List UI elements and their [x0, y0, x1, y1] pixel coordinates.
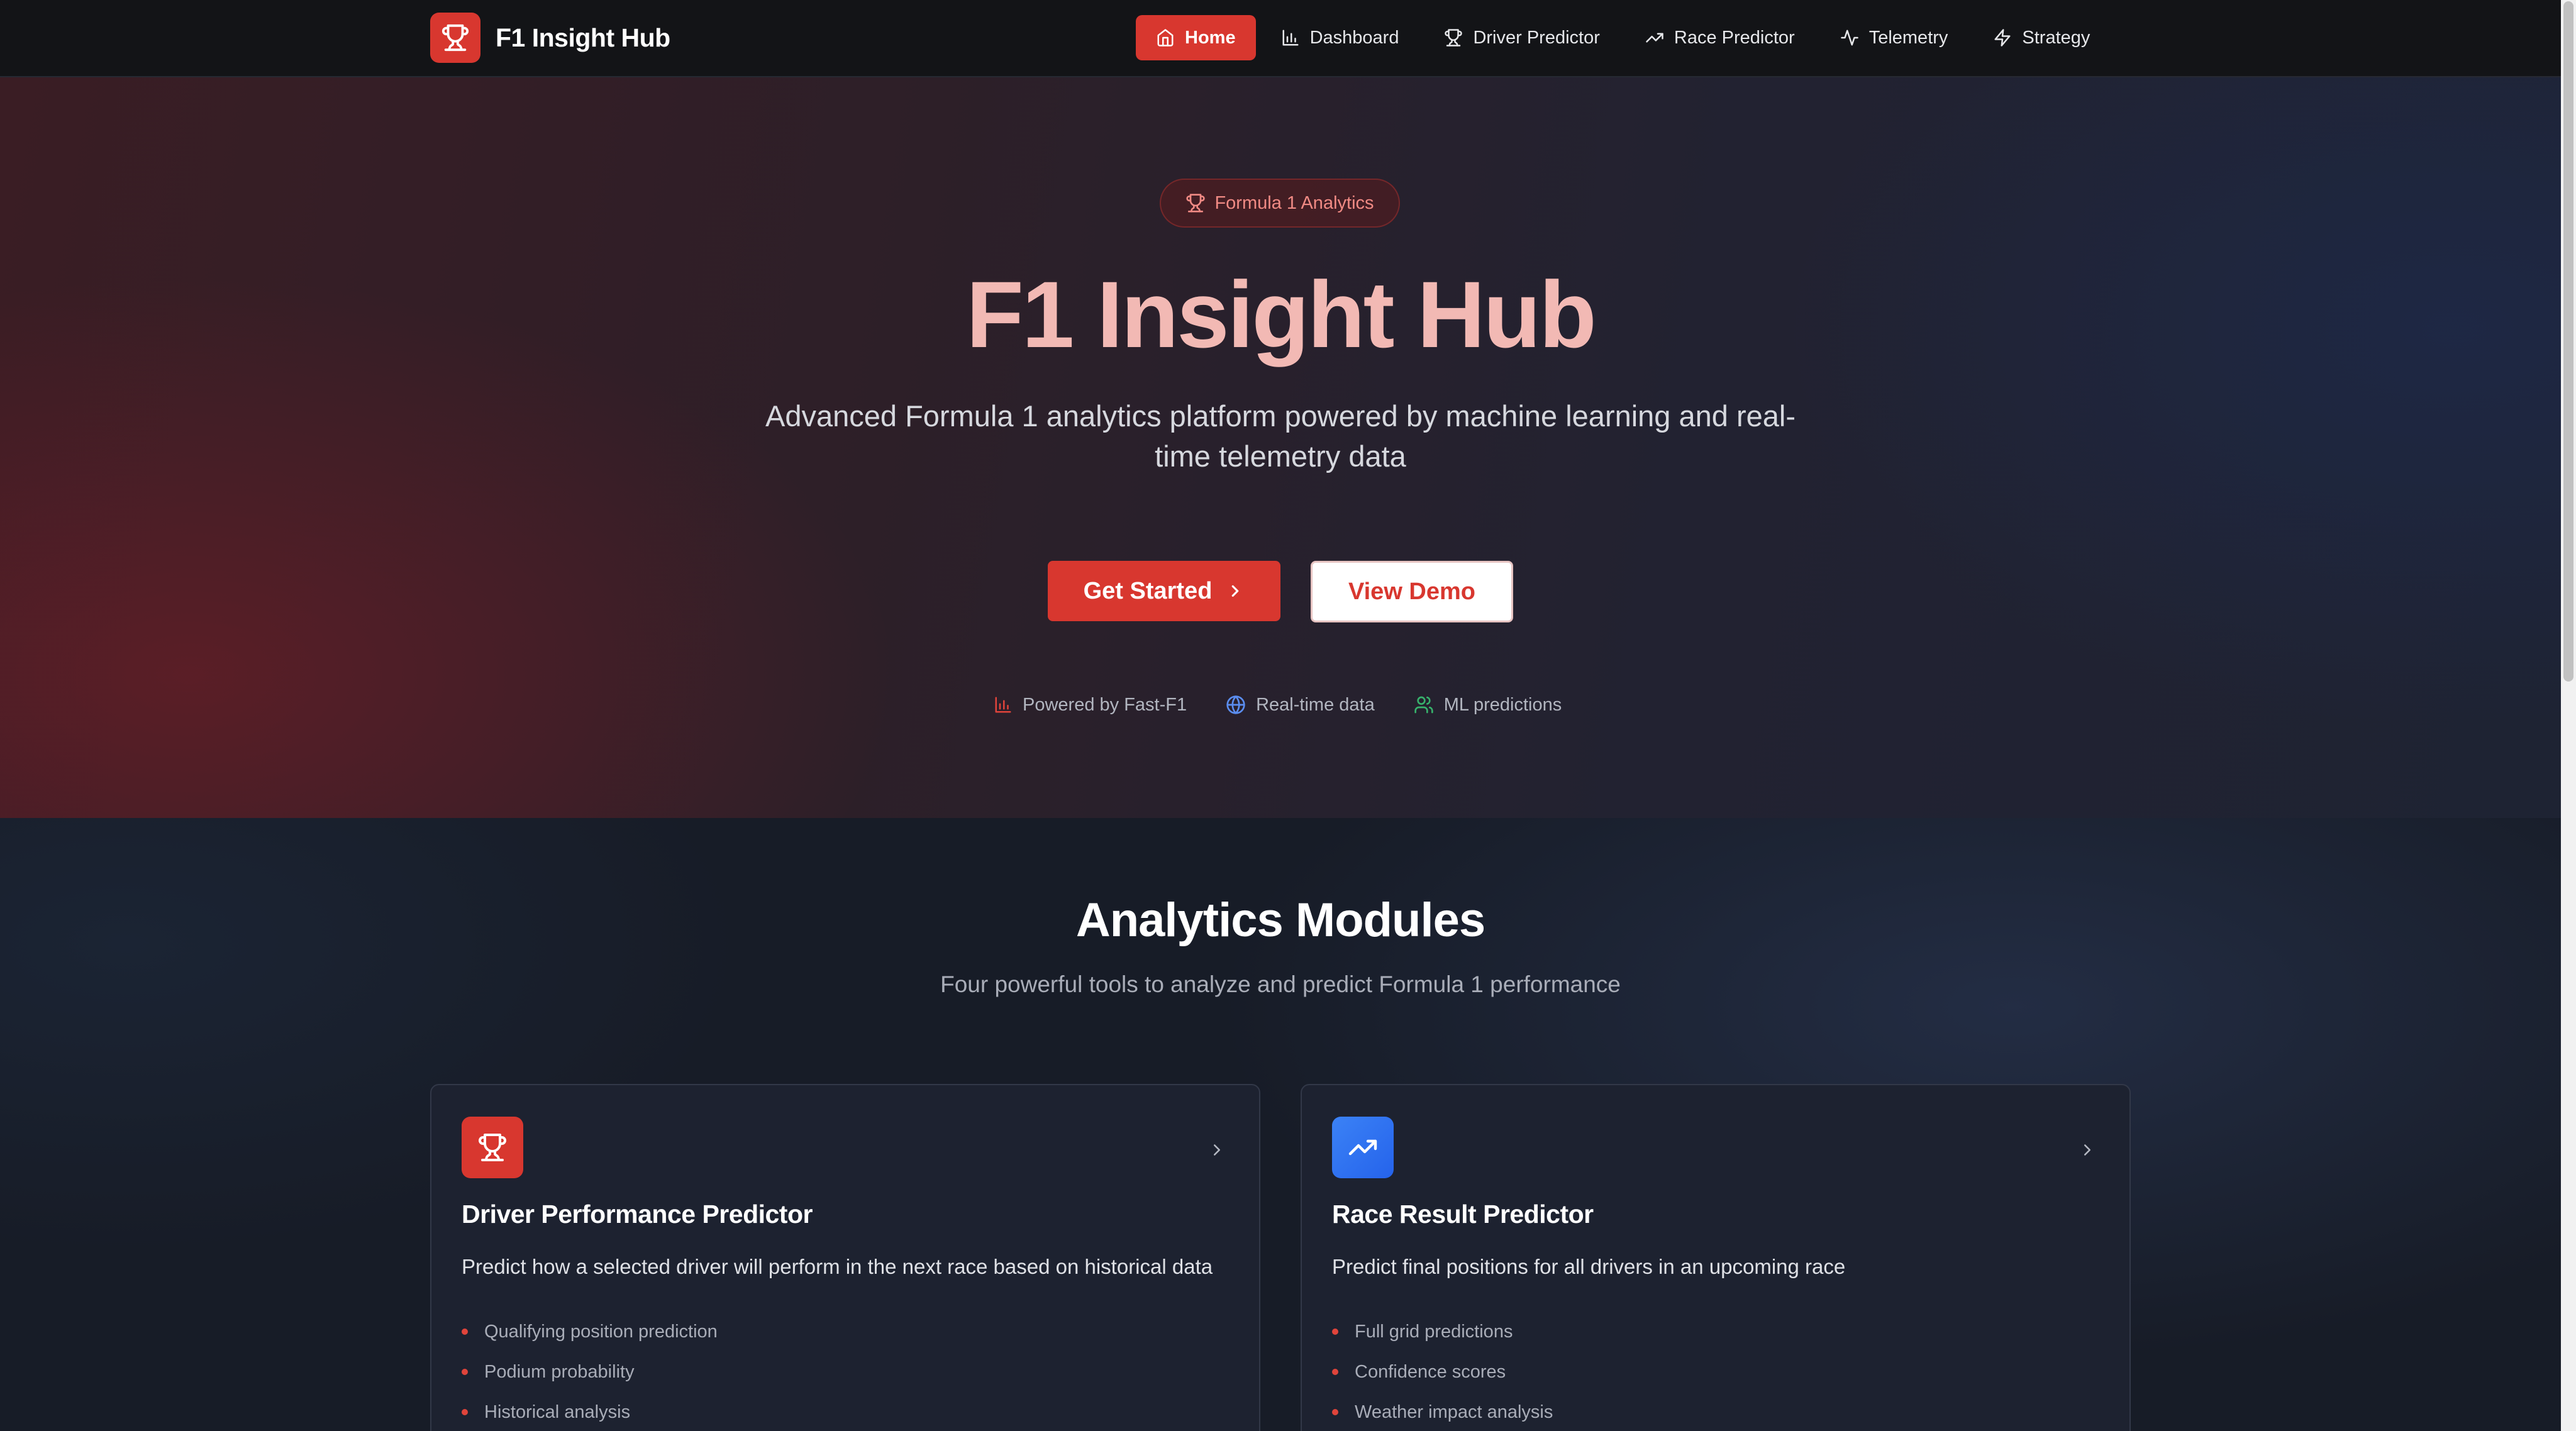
trending-up-icon: [1332, 1117, 1394, 1178]
module-card-driver-predictor[interactable]: Driver Performance Predictor Predict how…: [430, 1084, 1260, 1431]
feature-label: Powered by Fast-F1: [1023, 694, 1187, 715]
hero-subtitle: Advanced Formula 1 analytics platform po…: [765, 399, 1796, 473]
users-icon: [1414, 696, 1433, 714]
bullet-dot: [1332, 1369, 1338, 1375]
nav-item-label: Dashboard: [1309, 27, 1399, 48]
list-item-label: Podium probability: [484, 1361, 635, 1382]
card-feature-list: Full grid predictions Confidence scores …: [1332, 1312, 1553, 1431]
card-title: Race Result Predictor: [1332, 1200, 1594, 1229]
bullet-dot: [462, 1409, 468, 1415]
nav-item-telemetry[interactable]: Telemetry: [1820, 15, 1968, 60]
top-navbar: F1 Insight Hub Home Dashboard Driver Pre…: [0, 0, 2561, 77]
trophy-icon: [462, 1117, 523, 1178]
trending-up-icon: [1646, 33, 1663, 43]
feature-label: ML predictions: [1443, 694, 1562, 715]
chevron-right-icon[interactable]: [2078, 1141, 2097, 1159]
modules-subtitle: Four powerful tools to analyze and predi…: [940, 971, 1621, 997]
feature-ml: ML predictions: [1414, 695, 1562, 716]
trophy-icon: [1445, 29, 1463, 47]
feature-label: Real-time data: [1256, 694, 1375, 715]
bar-chart-icon: [1282, 30, 1299, 46]
card-title: Driver Performance Predictor: [462, 1200, 813, 1229]
list-item-label: Confidence scores: [1355, 1361, 1506, 1382]
nav-item-label: Home: [1185, 27, 1236, 48]
bullet-dot: [1332, 1409, 1338, 1415]
feature-real-time: Real-time data: [1226, 695, 1375, 716]
list-item: Podium probability: [462, 1352, 718, 1392]
main-nav: Home Dashboard Driver Predictor Race Pre…: [1136, 15, 2115, 60]
brand-name: F1 Insight Hub: [496, 23, 670, 52]
button-label: Get Started: [1083, 577, 1213, 604]
card-description: Predict final positions for all drivers …: [1332, 1255, 1846, 1278]
modules-title: Analytics Modules: [1075, 893, 1485, 947]
card-feature-list: Qualifying position prediction Podium pr…: [462, 1312, 718, 1431]
list-item-label: Historical analysis: [484, 1401, 631, 1422]
scrollbar-thumb[interactable]: [2563, 1, 2573, 682]
list-item: Full grid predictions: [1332, 1312, 1553, 1352]
list-item-label: Qualifying position prediction: [484, 1321, 718, 1342]
nav-item-strategy[interactable]: Strategy: [1973, 15, 2110, 60]
nav-item-race-predictor[interactable]: Race Predictor: [1625, 15, 1815, 60]
zap-icon: [1994, 29, 2011, 47]
hero-title: F1 Insight Hub: [966, 262, 1597, 367]
card-description: Predict how a selected driver will perfo…: [462, 1255, 1213, 1278]
button-label: View Demo: [1348, 578, 1476, 605]
page: F1 Insight Hub Home Dashboard Driver Pre…: [0, 0, 2561, 1431]
module-card-race-predictor[interactable]: Race Result Predictor Predict final posi…: [1301, 1084, 2131, 1431]
bullet-dot: [1332, 1329, 1338, 1335]
nav-item-dashboard[interactable]: Dashboard: [1261, 15, 1419, 60]
chevron-right-icon[interactable]: [1208, 1141, 1226, 1159]
bullet-dot: [462, 1369, 468, 1375]
list-item: Weather impact analysis: [1332, 1392, 1553, 1431]
bar-chart-icon: [995, 697, 1011, 713]
list-item: Confidence scores: [1332, 1352, 1553, 1392]
nav-item-label: Telemetry: [1868, 27, 1948, 48]
bullet-dot: [462, 1329, 468, 1335]
nav-item-label: Driver Predictor: [1473, 27, 1600, 48]
hero-features: Powered by Fast-F1 Real-time data ML pre…: [994, 689, 1601, 721]
brand[interactable]: F1 Insight Hub: [430, 13, 670, 63]
view-demo-button[interactable]: View Demo: [1311, 561, 1513, 622]
trophy-icon: [1186, 194, 1206, 213]
hero-badge: Formula 1 Analytics: [1160, 179, 1400, 228]
badge-label: Formula 1 Analytics: [1214, 192, 1374, 213]
trophy-icon: [430, 13, 480, 63]
nav-item-home[interactable]: Home: [1136, 15, 1256, 60]
chevron-right-icon: [1232, 585, 1239, 597]
home-icon: [1157, 29, 1174, 47]
nav-item-label: Race Predictor: [1674, 27, 1795, 48]
list-item-label: Full grid predictions: [1355, 1321, 1513, 1342]
list-item: Qualifying position prediction: [462, 1312, 718, 1352]
feature-fast-f1: Powered by Fast-F1: [994, 695, 1187, 716]
list-item-label: Weather impact analysis: [1355, 1401, 1553, 1422]
get-started-button[interactable]: Get Started: [1048, 561, 1280, 621]
nav-item-driver-predictor[interactable]: Driver Predictor: [1424, 15, 1619, 60]
list-item: Historical analysis: [462, 1392, 718, 1431]
activity-icon: [1840, 30, 1858, 46]
globe-icon: [1226, 695, 1245, 714]
nav-item-label: Strategy: [2022, 27, 2090, 48]
